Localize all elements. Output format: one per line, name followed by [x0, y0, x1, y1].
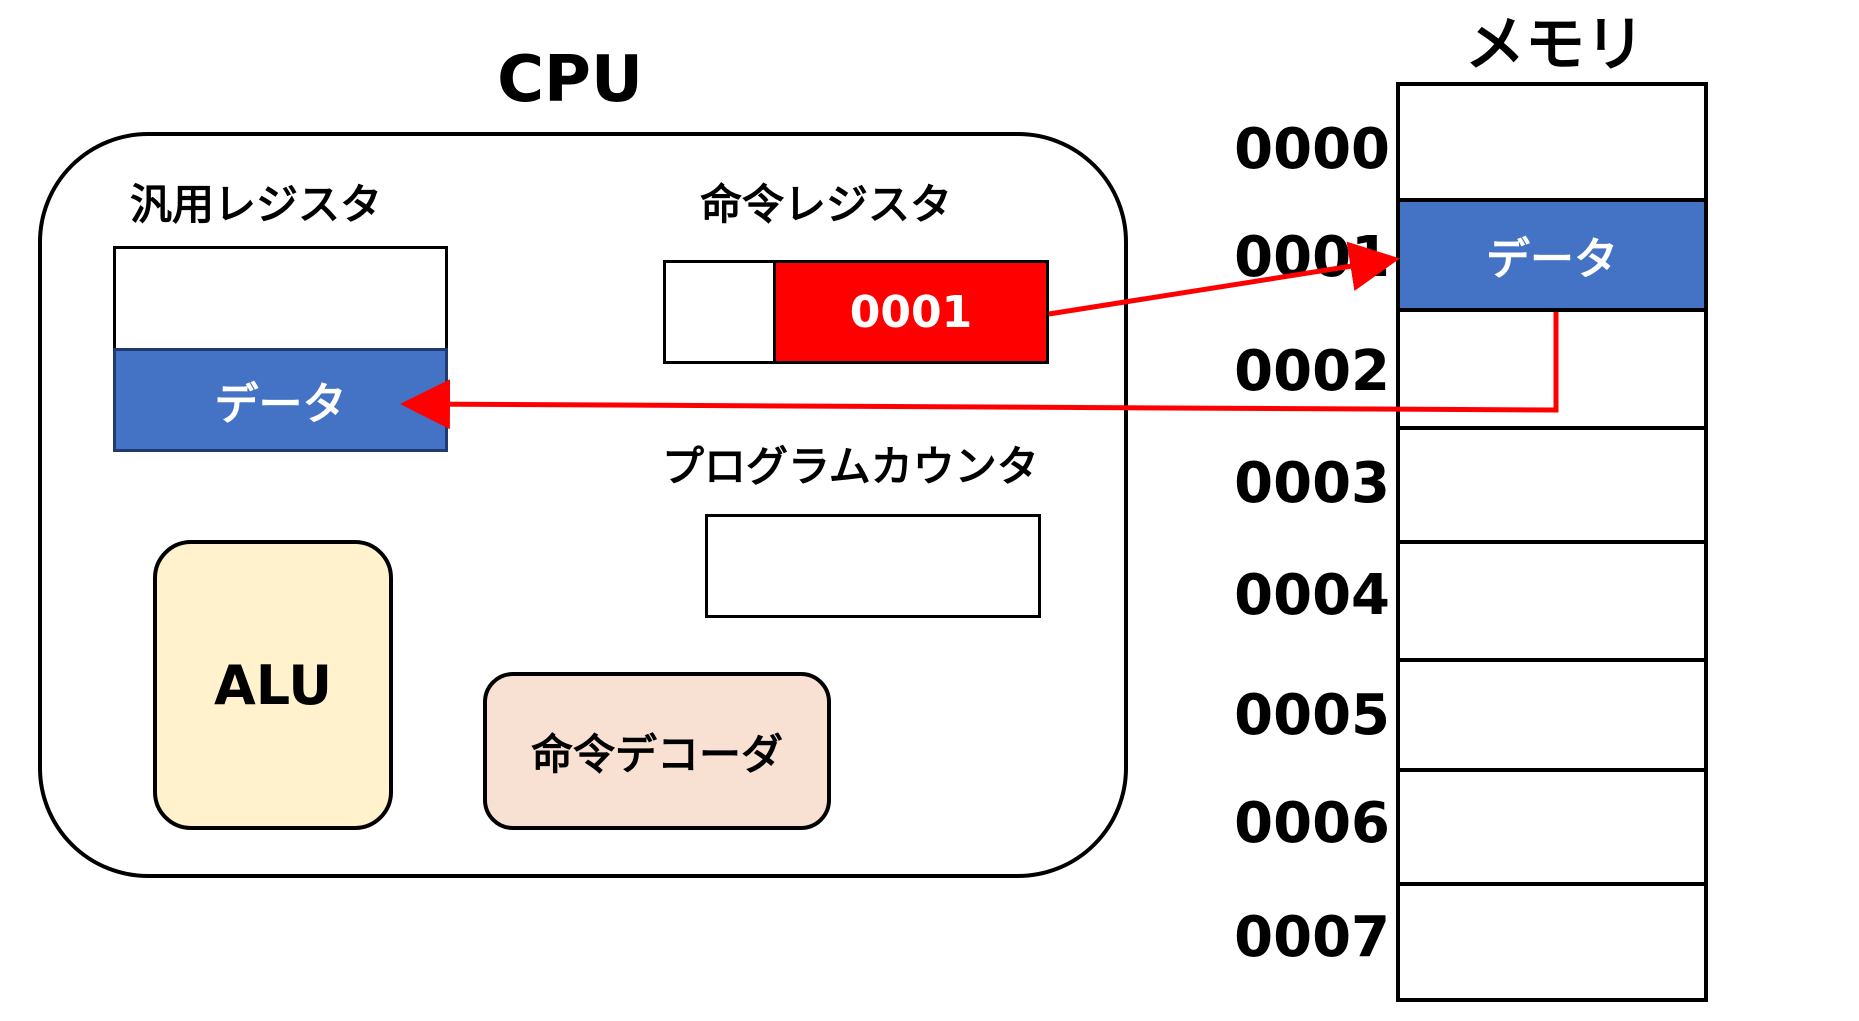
load-arrow	[400, 312, 1559, 430]
arrows-layer	[400, 241, 1559, 430]
fetch-arrow	[1048, 241, 1400, 317]
